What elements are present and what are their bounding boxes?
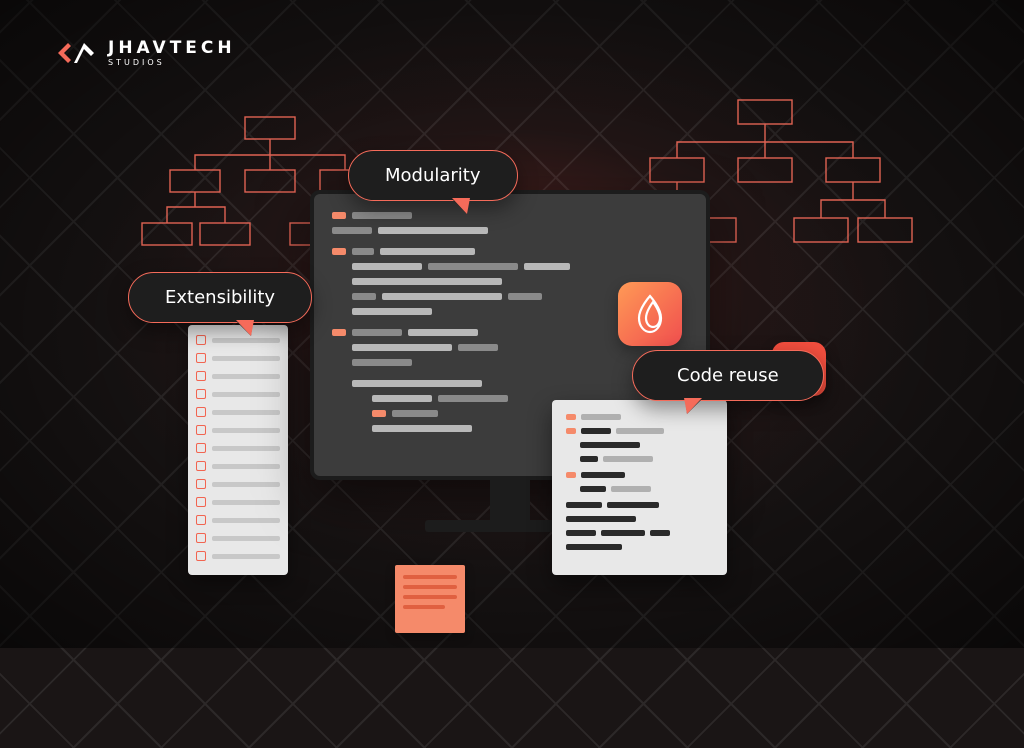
bubble-extensibility: Extensibility (128, 272, 312, 323)
bubble-label: Code reuse (677, 365, 779, 386)
fire-drop-icon (618, 282, 682, 346)
bubble-label: Modularity (385, 165, 481, 186)
illustration-scene: Modularity Extensibility Code reuse (0, 120, 1024, 648)
bubble-label: Extensibility (165, 287, 275, 308)
sticky-note (395, 565, 465, 633)
logo-subtitle: STUDIOS (108, 59, 236, 67)
logo-title: JHAVTECH (108, 40, 236, 57)
logo-mark-icon (54, 38, 98, 68)
bubble-code-reuse: Code reuse (632, 350, 824, 401)
brand-logo: JHAVTECH STUDIOS (54, 38, 236, 68)
checklist-document (188, 325, 288, 575)
code-snippet-document (552, 400, 727, 575)
bubble-modularity: Modularity (348, 150, 518, 201)
